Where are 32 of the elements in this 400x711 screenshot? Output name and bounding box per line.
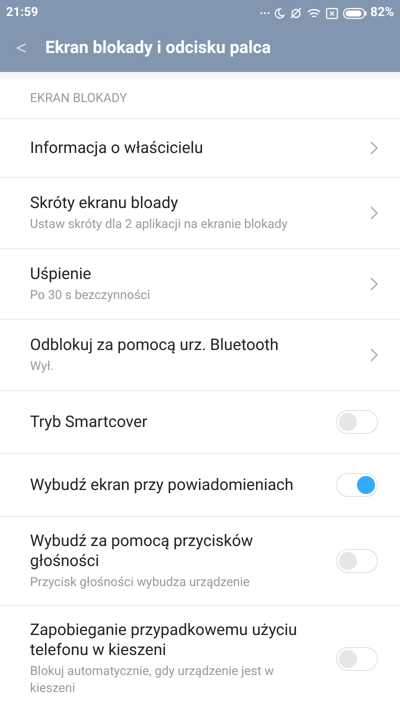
alarm-off-icon xyxy=(290,7,302,19)
row-subtitle: Blokuj automatycznie, gdy urządzenie jest w kieszeni xyxy=(30,663,275,697)
chevron-icon[interactable] xyxy=(370,206,378,220)
section-header: EKRAN BLOKADY xyxy=(29,90,128,108)
row-subtitle: Po 30 s bezczynności xyxy=(30,287,152,304)
battery-percent: 82% xyxy=(370,4,394,22)
toggle-switch[interactable] xyxy=(336,646,378,670)
status-time: 21:59 xyxy=(6,4,38,22)
battery-icon xyxy=(343,8,368,18)
row-title: Informacja o właścicielu xyxy=(30,138,204,158)
toggle-switch[interactable] xyxy=(336,549,378,573)
row-subtitle: Wył. xyxy=(30,358,55,375)
row-title: Wybudź za pomocą przycisków głośności xyxy=(30,531,254,571)
toggle-switch[interactable] xyxy=(336,410,378,434)
toggle-switch[interactable] xyxy=(336,473,378,497)
row-title: Odblokuj za pomocą urz. Bluetooth xyxy=(30,335,280,355)
row-subtitle: Ustaw skróty dla 2 aplikacji na ekranie blokady xyxy=(30,216,288,233)
row-subtitle: Przycisk głośności wybudza urządzenie xyxy=(30,574,251,591)
chevron-icon[interactable] xyxy=(370,277,378,291)
row-title: Tryb Smartcover xyxy=(30,412,148,432)
moon-icon xyxy=(274,8,286,18)
chevron-icon[interactable] xyxy=(370,141,378,155)
row-title: Uśpienie xyxy=(30,264,92,284)
row-title: Zapobieganie przypadkowemu użyciu telefonu w kieszeni xyxy=(30,620,298,660)
back-button[interactable]: < xyxy=(16,38,28,60)
row-title: Wybudź ekran przy powiadomieniach xyxy=(30,475,294,495)
sim-icon xyxy=(326,8,338,18)
page-title: Ekran blokady i odcisku palca xyxy=(45,37,271,60)
wifi-icon xyxy=(307,8,322,18)
status-dots: ... xyxy=(260,2,270,20)
chevron-icon[interactable] xyxy=(370,348,378,362)
row-title: Skróty ekranu bloady xyxy=(30,193,180,213)
